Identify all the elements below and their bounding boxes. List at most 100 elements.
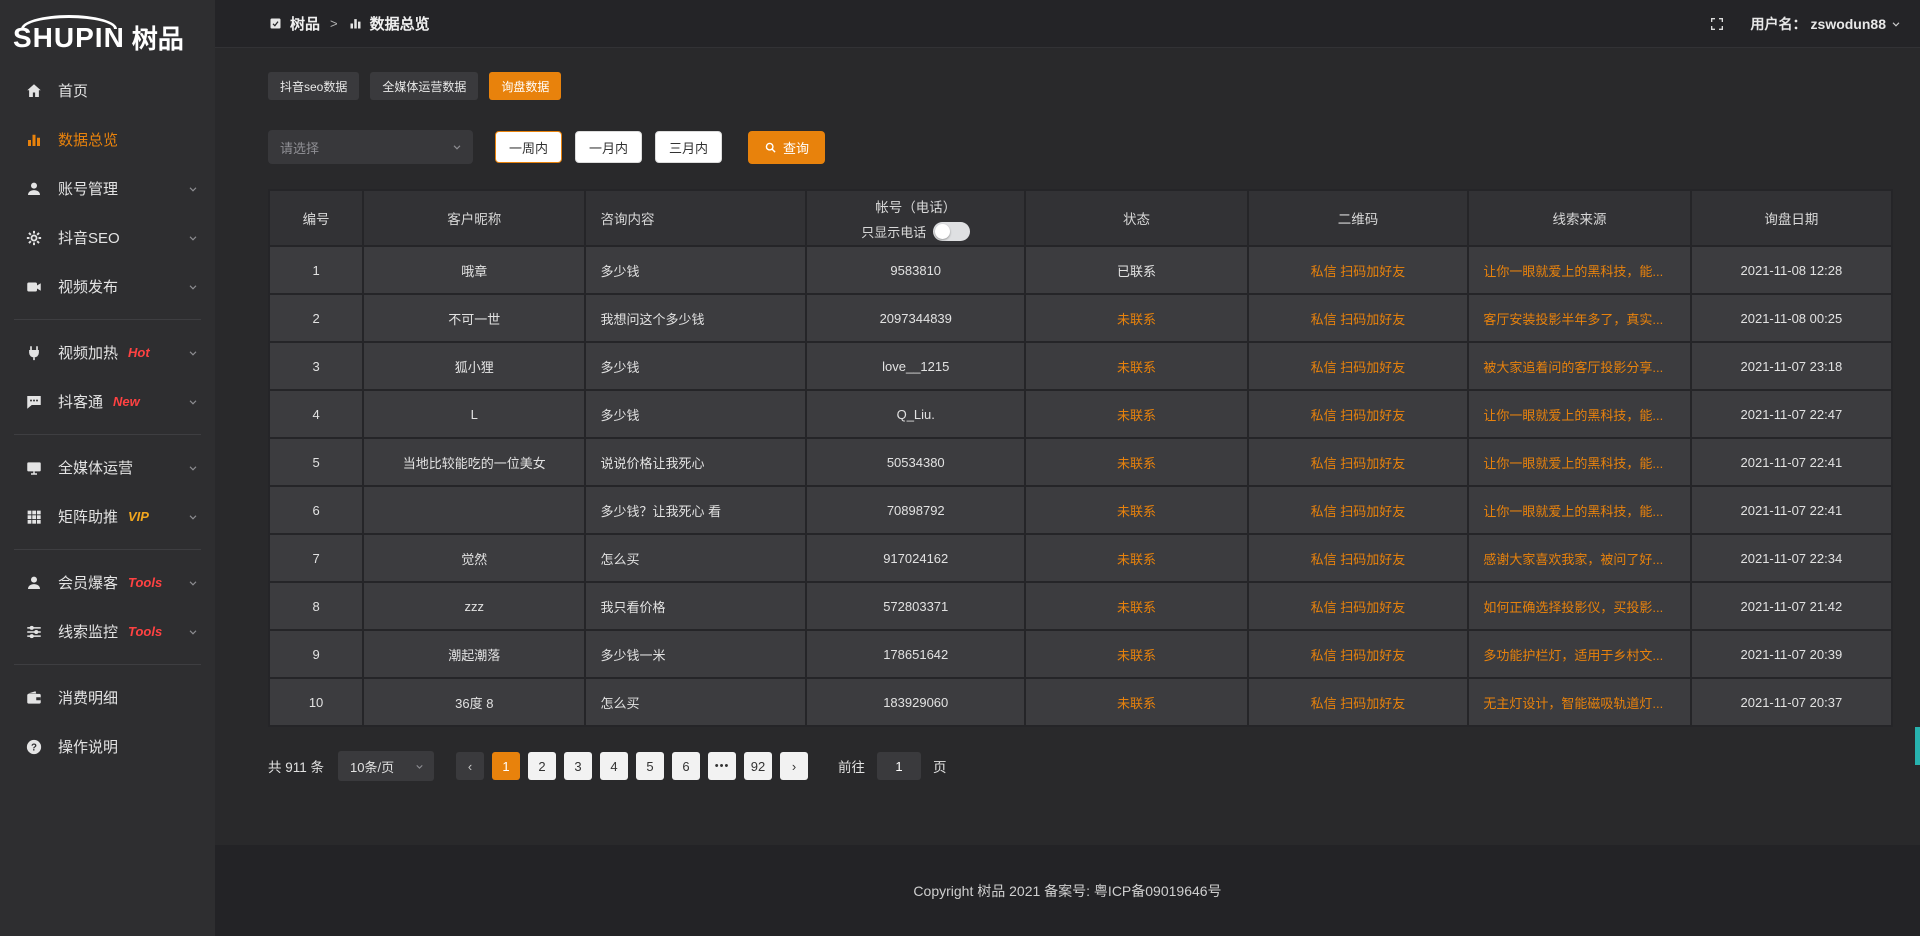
cell-qrcode: 私信 扫码加好友 [1248, 246, 1469, 294]
sidebar-item-home[interactable]: 首页 [0, 66, 215, 115]
sidebar-item-label: 抖音SEO [58, 227, 120, 248]
phone-only-toggle[interactable] [933, 222, 970, 241]
cell-account: 178651642 [806, 630, 1025, 678]
source-link[interactable]: 多功能护栏灯，适用于乡村文... [1483, 648, 1663, 663]
cell-nickname: 狐小狸 [363, 342, 585, 390]
scrollbar-thumb[interactable] [1915, 727, 1920, 765]
page-button-1[interactable]: 1 [492, 752, 520, 780]
sidebar-item-media-operation[interactable]: 全媒体运营 [0, 443, 215, 492]
goto-unit: 页 [933, 756, 947, 776]
sidebar-item-consumption-detail[interactable]: 消费明细 [0, 673, 215, 722]
qr-link[interactable]: 私信 扫码加好友 [1311, 312, 1406, 327]
page-button-4[interactable]: 4 [600, 752, 628, 780]
sidebar-item-label: 全媒体运营 [58, 457, 133, 478]
qr-link[interactable]: 私信 扫码加好友 [1311, 360, 1406, 375]
tab-inquiry-data[interactable]: 询盘数据 [489, 72, 561, 100]
tab-media-ops-data[interactable]: 全媒体运营数据 [370, 72, 478, 100]
menu-divider [14, 434, 201, 435]
cell-account: 917024162 [806, 534, 1025, 582]
cell-date: 2021-11-07 22:41 [1691, 486, 1892, 534]
sidebar-item-label: 矩阵助推 [58, 506, 118, 527]
qr-link[interactable]: 私信 扫码加好友 [1311, 696, 1406, 711]
page-button-92[interactable]: 92 [744, 752, 772, 780]
status-badge: 已联系 [1117, 264, 1156, 279]
source-link[interactable]: 被大家追着问的客厅投影分享... [1483, 360, 1663, 375]
cell-status: 未联系 [1025, 342, 1247, 390]
chevron-down-icon [1890, 18, 1902, 30]
page-button-2[interactable]: 2 [528, 752, 556, 780]
gear-icon [25, 229, 43, 247]
source-link[interactable]: 客厅安装投影半年多了，真实... [1483, 312, 1663, 327]
qr-link[interactable]: 私信 扫码加好友 [1311, 600, 1406, 615]
page-button-6[interactable]: 6 [672, 752, 700, 780]
cell-account: 50534380 [806, 438, 1025, 486]
status-badge: 未联系 [1117, 648, 1156, 663]
sidebar-item-video-publish[interactable]: 视频发布 [0, 262, 215, 311]
breadcrumb-separator: > [330, 16, 338, 31]
app-icon [268, 16, 283, 31]
sidebar-item-douyin-seo[interactable]: 抖音SEO [0, 213, 215, 262]
source-link[interactable]: 让你一眼就爱上的黑科技，能... [1483, 264, 1663, 279]
filter-select-placeholder: 请选择 [280, 138, 451, 157]
cell-nickname: 哦章 [363, 246, 585, 294]
query-button-label: 查询 [783, 138, 809, 157]
copyright-text: Copyright 树品 2021 备案号: 粤ICP备09019646号 [913, 881, 1221, 901]
qr-link[interactable]: 私信 扫码加好友 [1311, 456, 1406, 471]
sidebar-item-douketong[interactable]: 抖客通New [0, 377, 215, 426]
qr-link[interactable]: 私信 扫码加好友 [1311, 648, 1406, 663]
query-button[interactable]: 查询 [748, 131, 825, 164]
prev-page-button[interactable]: ‹ [456, 752, 484, 780]
source-link[interactable]: 如何正确选择投影仪，买投影... [1483, 600, 1663, 615]
source-link[interactable]: 让你一眼就爱上的黑科技，能... [1483, 504, 1663, 519]
page-ellipsis[interactable]: ••• [708, 752, 736, 780]
user-menu[interactable]: 用户名： zswodun88 [1751, 14, 1902, 34]
sidebar-item-video-heat[interactable]: 视频加热Hot [0, 328, 215, 377]
page-size-select[interactable]: 10条/页 [338, 751, 434, 781]
tab-douyin-seo-data[interactable]: 抖音seo数据 [268, 72, 359, 100]
page-button-5[interactable]: 5 [636, 752, 664, 780]
range-button-quarter[interactable]: 三月内 [655, 131, 722, 163]
qr-link[interactable]: 私信 扫码加好友 [1311, 552, 1406, 567]
fullscreen-icon[interactable] [1709, 16, 1725, 32]
sidebar-item-operation-guide[interactable]: ?操作说明 [0, 722, 215, 771]
username-label: 用户名： [1751, 14, 1807, 34]
source-link[interactable]: 无主灯设计，智能磁吸轨道灯... [1483, 696, 1663, 711]
qr-link[interactable]: 私信 扫码加好友 [1311, 408, 1406, 423]
qr-link[interactable]: 私信 扫码加好友 [1311, 504, 1406, 519]
wallet-icon [25, 689, 43, 707]
cell-qrcode: 私信 扫码加好友 [1248, 534, 1469, 582]
cell-source: 让你一眼就爱上的黑科技，能... [1468, 390, 1690, 438]
page-buttons: ‹ 123456 ••• 92 › [456, 752, 808, 780]
sidebar-item-account-management[interactable]: 账号管理 [0, 164, 215, 213]
source-link[interactable]: 让你一眼就爱上的黑科技，能... [1483, 456, 1663, 471]
home-icon [25, 82, 43, 100]
cell-nickname: 36度 8 [363, 678, 585, 726]
cell-qrcode: 私信 扫码加好友 [1248, 438, 1469, 486]
member-icon [25, 574, 43, 592]
range-button-week[interactable]: 一周内 [495, 131, 562, 163]
cell-content: 说说价格让我死心 [585, 438, 806, 486]
filter-select[interactable]: 请选择 [268, 130, 473, 164]
goto-page-input[interactable] [877, 752, 921, 780]
range-button-month[interactable]: 一月内 [575, 131, 642, 163]
sidebar-item-data-overview[interactable]: 数据总览 [0, 115, 215, 164]
sidebar-item-clue-monitor[interactable]: 线索监控Tools [0, 607, 215, 656]
cell-source: 客厅安装投影半年多了，真实... [1468, 294, 1690, 342]
goto-page: 前往 页 [838, 752, 947, 780]
qr-link[interactable]: 私信 扫码加好友 [1311, 264, 1406, 279]
app-logo: SHUPIN 树品 [0, 0, 215, 52]
breadcrumb-root[interactable]: 树品 [290, 13, 320, 34]
next-page-button[interactable]: › [780, 752, 808, 780]
page-button-3[interactable]: 3 [564, 752, 592, 780]
sidebar-item-matrix-boost[interactable]: 矩阵助推VIP [0, 492, 215, 541]
status-badge: 未联系 [1117, 312, 1156, 327]
cell-content: 怎么买 [585, 678, 806, 726]
cell-status: 未联系 [1025, 582, 1247, 630]
cell-status: 未联系 [1025, 678, 1247, 726]
sidebar-item-member-baoke[interactable]: 会员爆客Tools [0, 558, 215, 607]
source-link[interactable]: 感谢大家喜欢我家，被问了好... [1483, 552, 1663, 567]
source-link[interactable]: 让你一眼就爱上的黑科技，能... [1483, 408, 1663, 423]
cell-qrcode: 私信 扫码加好友 [1248, 294, 1469, 342]
cell-no: 9 [269, 630, 363, 678]
cell-account: 183929060 [806, 678, 1025, 726]
